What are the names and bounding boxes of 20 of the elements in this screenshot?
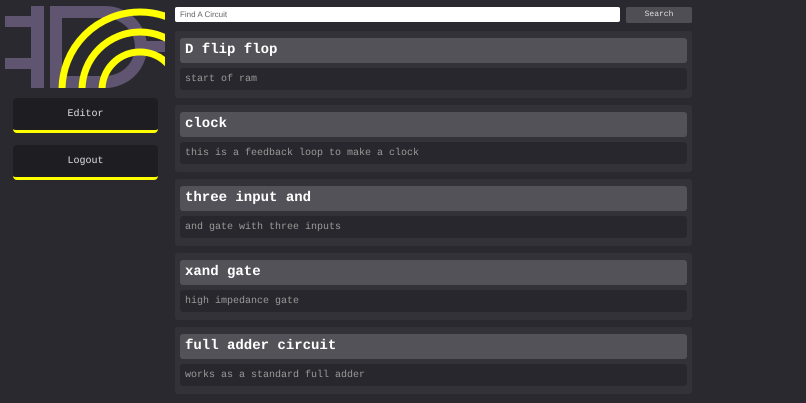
circuit-card[interactable]: xand gate high impedance gate xyxy=(175,253,692,320)
sidebar-button[interactable]: Logout xyxy=(13,145,158,180)
sidebar-button[interactable]: Editor xyxy=(13,98,158,133)
circuit-title: three input and xyxy=(180,186,687,211)
circuit-description: works as a standard full adder xyxy=(180,364,687,386)
circuit-description: start of ram xyxy=(180,68,687,90)
logo-icon xyxy=(5,6,165,88)
circuit-description: this is a feedback loop to make a clock xyxy=(180,142,687,164)
circuit-title: full adder circuit xyxy=(180,334,687,359)
circuit-card[interactable]: clock this is a feedback loop to make a clock xyxy=(175,105,692,172)
circuit-title: D flip flop xyxy=(180,38,687,63)
circuit-card[interactable]: D flip flop start of ram xyxy=(175,31,692,98)
circuit-description: and gate with three inputs xyxy=(180,216,687,238)
search-button[interactable]: Search xyxy=(626,6,692,22)
circuit-card[interactable]: full adder circuit works as a standard full adder xyxy=(175,327,692,394)
circuit-title: clock xyxy=(180,112,687,137)
circuit-card[interactable]: three input and and gate with three inputs xyxy=(175,179,692,246)
circuit-title: xand gate xyxy=(180,260,687,285)
circuit-description: high impedance gate xyxy=(180,290,687,312)
search-field[interactable]: Find A Circuit xyxy=(175,7,620,22)
